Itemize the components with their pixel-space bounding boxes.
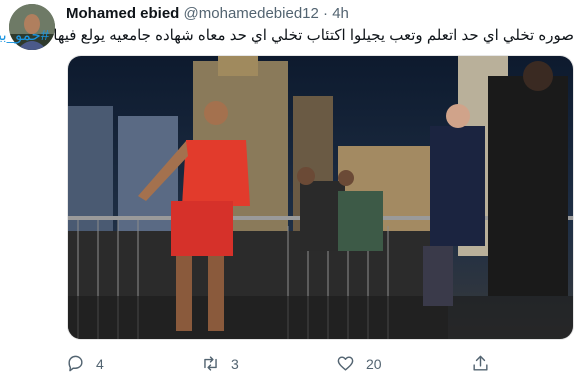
retweet-button[interactable]: 3: [201, 354, 239, 373]
share-button[interactable]: [471, 354, 501, 373]
author-name[interactable]: Mohamed ebied: [66, 5, 179, 22]
author-handle[interactable]: @mohamedebied12: [184, 5, 319, 22]
tweet-header: Mohamed ebied @mohamedebied12 · 4h: [66, 5, 349, 22]
reply-count: 4: [96, 355, 104, 372]
hashtag-link[interactable]: #حمو_بيكا: [0, 27, 49, 44]
like-button[interactable]: 20: [336, 354, 382, 373]
heart-icon: [337, 356, 354, 371]
tweet-timestamp[interactable]: 4h: [332, 5, 349, 22]
tweet-photo-icon: [68, 56, 573, 339]
reply-button[interactable]: 4: [66, 354, 104, 373]
tweet-actions: 4 3 20: [66, 354, 546, 376]
tweet-media[interactable]: [67, 55, 574, 340]
share-icon: [473, 355, 488, 371]
like-count: 20: [366, 355, 382, 372]
tweet-text: صوره تخلي اي حد اتعلم وتعب يجيلوا اكتئاب…: [0, 26, 574, 44]
retweet-icon: [204, 356, 217, 371]
reply-icon: [68, 355, 83, 372]
header-separator: ·: [323, 5, 329, 22]
retweet-count: 3: [231, 355, 239, 372]
tweet-body: صوره تخلي اي حد اتعلم وتعب يجيلوا اكتئاب…: [53, 27, 574, 44]
